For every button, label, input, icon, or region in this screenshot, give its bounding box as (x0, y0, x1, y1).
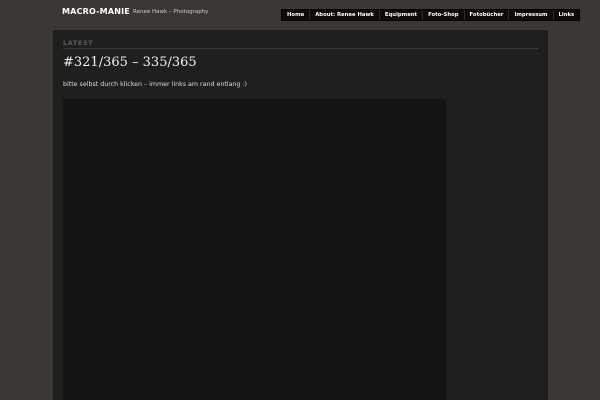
nav-item-about[interactable]: About: Renee Hawk (310, 10, 380, 20)
nav-item-impressum[interactable]: Impressum (509, 10, 554, 20)
section-label: LATEST (63, 39, 94, 47)
content-panel: LATEST #321/365 – 335/365 bitte selbst d… (53, 30, 548, 400)
site-header: MACRO-MANIE Renee Hawk – Photography Hom… (0, 0, 600, 30)
post-text: bitte selbst durch klicken – immer links… (63, 81, 247, 88)
section-divider (63, 48, 538, 49)
nav-item-home[interactable]: Home (282, 10, 311, 20)
site-title-link[interactable]: MACRO-MANIE (62, 7, 130, 16)
main-navigation: Home About: Renee Hawk Equipment Foto-Sh… (281, 9, 581, 21)
site-tagline: Renee Hawk – Photography (133, 9, 209, 15)
post-title-link[interactable]: #321/365 – 335/365 (63, 55, 197, 70)
nav-item-links[interactable]: Links (554, 10, 580, 20)
post-image[interactable] (63, 99, 446, 400)
nav-item-equipment[interactable]: Equipment (380, 10, 424, 20)
page: MACRO-MANIE Renee Hawk – Photography Hom… (0, 0, 600, 400)
nav-item-fotobuecher[interactable]: Fotobücher (465, 10, 510, 20)
nav-item-foto-shop[interactable]: Foto-Shop (423, 10, 465, 20)
